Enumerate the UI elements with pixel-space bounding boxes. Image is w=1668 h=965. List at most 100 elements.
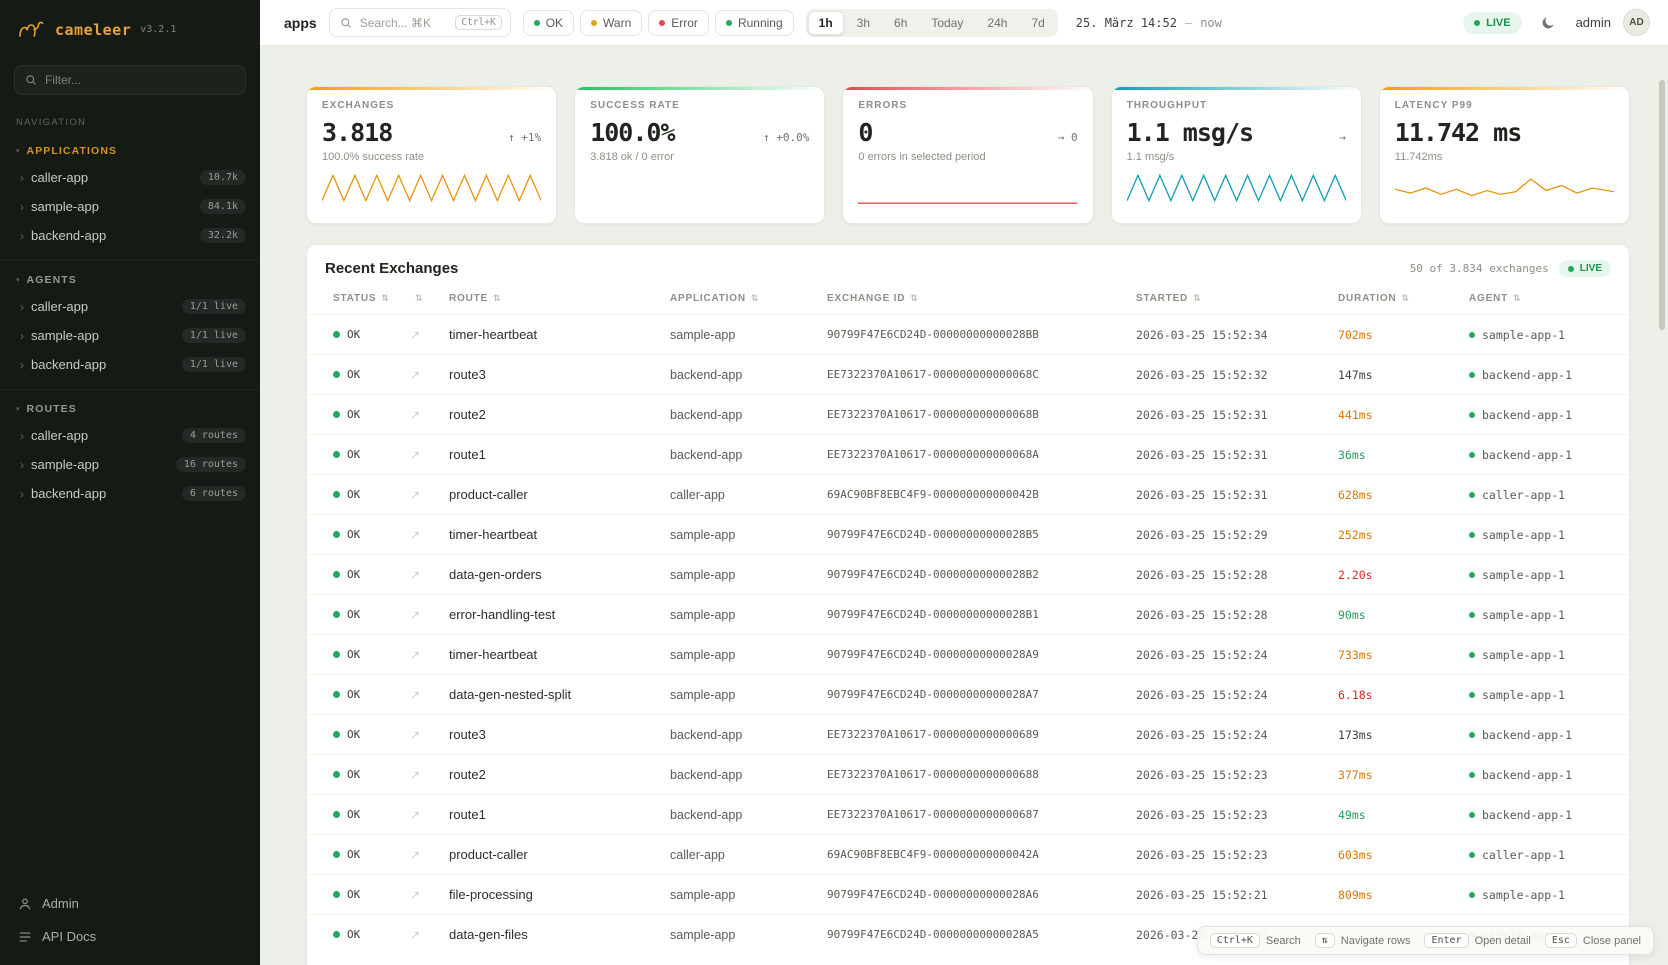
table-row[interactable]: OK ↗ timer-heartbeat sample-app 90799F47… <box>307 634 1629 674</box>
time-range-button[interactable]: 6h <box>883 11 918 35</box>
status-filter-chip[interactable]: OK <box>523 10 574 36</box>
time-range-button[interactable]: 3h <box>846 11 881 35</box>
table-row[interactable]: OK ↗ route2 backend-app EE7322370A10617-… <box>307 394 1629 434</box>
status-filter-chip[interactable]: Warn <box>580 10 642 36</box>
sidebar-footer-item[interactable]: API Docs <box>0 920 260 953</box>
scrollbar-thumb[interactable] <box>1659 80 1665 330</box>
agent-status-dot <box>1469 772 1475 778</box>
sidebar-item[interactable]: › caller-app 1/1 live <box>0 292 260 321</box>
table-row[interactable]: OK ↗ product-caller caller-app 69AC90BF8… <box>307 834 1629 874</box>
table-row[interactable]: OK ↗ timer-heartbeat sample-app 90799F47… <box>307 314 1629 354</box>
table-body: OK ↗ timer-heartbeat sample-app 90799F47… <box>307 314 1629 954</box>
agent-name: backend-app-1 <box>1482 808 1572 822</box>
arrow-up-right-icon: ↗ <box>410 568 449 582</box>
time-range-display[interactable]: 25. März 14:52 — now <box>1070 16 1222 30</box>
global-search[interactable]: Ctrl+K <box>329 8 511 37</box>
arrow-up-right-icon: ↗ <box>410 328 449 342</box>
sidebar-item[interactable]: › sample-app 16 routes <box>0 450 260 479</box>
avatar[interactable]: AD <box>1623 9 1650 36</box>
metric-card[interactable]: ERRORS 0 → 0 0 errors in selected period <box>842 86 1093 224</box>
time-range-button[interactable]: 24h <box>976 11 1018 35</box>
sidebar-section-header[interactable]: ▾ ROUTES <box>0 394 260 421</box>
table-row[interactable]: OK ↗ product-caller caller-app 69AC90BF8… <box>307 474 1629 514</box>
metric-card[interactable]: EXCHANGES 3.818 ↑ +1% 100.0% success rat… <box>306 86 557 224</box>
time-range-button[interactable]: 7d <box>1020 11 1055 35</box>
sidebar-item[interactable]: › sample-app 1/1 live <box>0 321 260 350</box>
hint-label: Open detail <box>1475 935 1531 947</box>
table-row[interactable]: OK ↗ route2 backend-app EE7322370A10617-… <box>307 754 1629 794</box>
agent-status-dot <box>1469 572 1475 578</box>
route-name: route3 <box>449 727 670 742</box>
column-header[interactable]: APPLICATION ⇅ <box>670 293 827 304</box>
table-row[interactable]: OK ↗ data-gen-orders sample-app 90799F47… <box>307 554 1629 594</box>
status-label: OK <box>347 608 360 621</box>
column-header[interactable]: ROUTE ⇅ <box>449 293 670 304</box>
filter-input[interactable] <box>45 73 235 87</box>
sort-icon[interactable]: ⇅ <box>415 293 423 304</box>
column-header[interactable]: STARTED ⇅ <box>1136 293 1338 304</box>
route-name: data-gen-orders <box>449 567 670 582</box>
sidebar-section-header[interactable]: ▾ AGENTS <box>0 265 260 292</box>
column-header[interactable]: AGENT ⇅ <box>1469 293 1629 304</box>
sidebar-item[interactable]: › sample-app 84.1k <box>0 192 260 221</box>
sidebar-footer-item[interactable]: Admin <box>0 887 260 920</box>
duration-value: 441ms <box>1338 408 1469 422</box>
sort-icon[interactable]: ⇅ <box>1193 293 1201 304</box>
route-name: file-processing <box>449 887 670 902</box>
sidebar-item[interactable]: › backend-app 32.2k <box>0 221 260 250</box>
sidebar-item[interactable]: › backend-app 1/1 live <box>0 350 260 379</box>
status-filter-chip[interactable]: Running <box>715 10 794 36</box>
column-header[interactable]: EXCHANGE ID ⇅ <box>827 293 1136 304</box>
sort-icon[interactable]: ⇅ <box>1513 293 1521 304</box>
arrow-up-right-icon: ↗ <box>410 648 449 662</box>
table-row[interactable]: OK ↗ route3 backend-app EE7322370A10617-… <box>307 714 1629 754</box>
application-name: caller-app <box>670 848 827 862</box>
started-timestamp: 2026-03-25 15:52:24 <box>1136 648 1338 662</box>
sort-icon[interactable]: ⇅ <box>1401 293 1409 304</box>
time-range-button[interactable]: 1h <box>808 11 844 35</box>
status-label: OK <box>347 488 360 501</box>
table-row[interactable]: OK ↗ error-handling-test sample-app 9079… <box>307 594 1629 634</box>
column-header[interactable]: ⇅ <box>410 293 449 304</box>
sidebar-item[interactable]: › caller-app 10.7k <box>0 163 260 192</box>
started-timestamp: 2026-03-25 15:52:31 <box>1136 408 1338 422</box>
column-header[interactable]: DURATION ⇅ <box>1338 293 1469 304</box>
chevron-right-icon: › <box>20 301 24 313</box>
table-row[interactable]: OK ↗ route3 backend-app EE7322370A10617-… <box>307 354 1629 394</box>
status-filter-chip[interactable]: Error <box>648 10 709 36</box>
sidebar-footer: Admin API Docs <box>0 879 260 965</box>
metric-card[interactable]: THROUGHPUT 1.1 msg/s → 1.1 msg/s <box>1111 86 1362 224</box>
metric-card[interactable]: SUCCESS RATE 100.0% ↑ +0.0% 3.818 ok / 0… <box>574 86 825 224</box>
search-input[interactable] <box>360 16 448 30</box>
agent-name: caller-app-1 <box>1482 848 1565 862</box>
sidebar-section-header[interactable]: ▾ APPLICATIONS <box>0 136 260 163</box>
sidebar-item[interactable]: › caller-app 4 routes <box>0 421 260 450</box>
metric-card[interactable]: LATENCY P99 11.742 ms 11.742ms <box>1379 86 1630 224</box>
sidebar-section: ▾ APPLICATIONS › caller-app 10.7k › samp… <box>0 132 260 256</box>
status-label: OK <box>347 848 360 861</box>
table-row[interactable]: OK ↗ route1 backend-app EE7322370A10617-… <box>307 434 1629 474</box>
sidebar-item[interactable]: › backend-app 6 routes <box>0 479 260 508</box>
scrollbar[interactable] <box>1659 56 1665 956</box>
status-dot <box>333 931 340 938</box>
theme-toggle[interactable] <box>1534 8 1564 38</box>
sort-icon[interactable]: ⇅ <box>751 293 759 304</box>
table-row[interactable]: OK ↗ file-processing sample-app 90799F47… <box>307 874 1629 914</box>
column-header[interactable]: STATUS ⇅ <box>333 293 410 304</box>
trend-indicator: → <box>1333 131 1346 144</box>
time-range-button[interactable]: Today <box>920 11 974 35</box>
table-live-indicator[interactable]: LIVE <box>1559 260 1611 277</box>
trend-indicator: → 0 <box>1052 131 1078 144</box>
application-name: backend-app <box>670 368 827 382</box>
metric-subtitle: 3.818 ok / 0 error <box>590 151 809 163</box>
sort-icon[interactable]: ⇅ <box>493 293 501 304</box>
table-row[interactable]: OK ↗ timer-heartbeat sample-app 90799F47… <box>307 514 1629 554</box>
sidebar-filter[interactable] <box>14 65 246 95</box>
table-row[interactable]: OK ↗ route1 backend-app EE7322370A10617-… <box>307 794 1629 834</box>
live-indicator[interactable]: LIVE <box>1463 12 1521 34</box>
sort-icon[interactable]: ⇅ <box>910 293 918 304</box>
sort-icon[interactable]: ⇅ <box>381 293 389 304</box>
table-row[interactable]: OK ↗ data-gen-nested-split sample-app 90… <box>307 674 1629 714</box>
agent-status-dot <box>1469 812 1475 818</box>
app-logo[interactable]: cameleer v3.2.1 <box>0 0 260 55</box>
